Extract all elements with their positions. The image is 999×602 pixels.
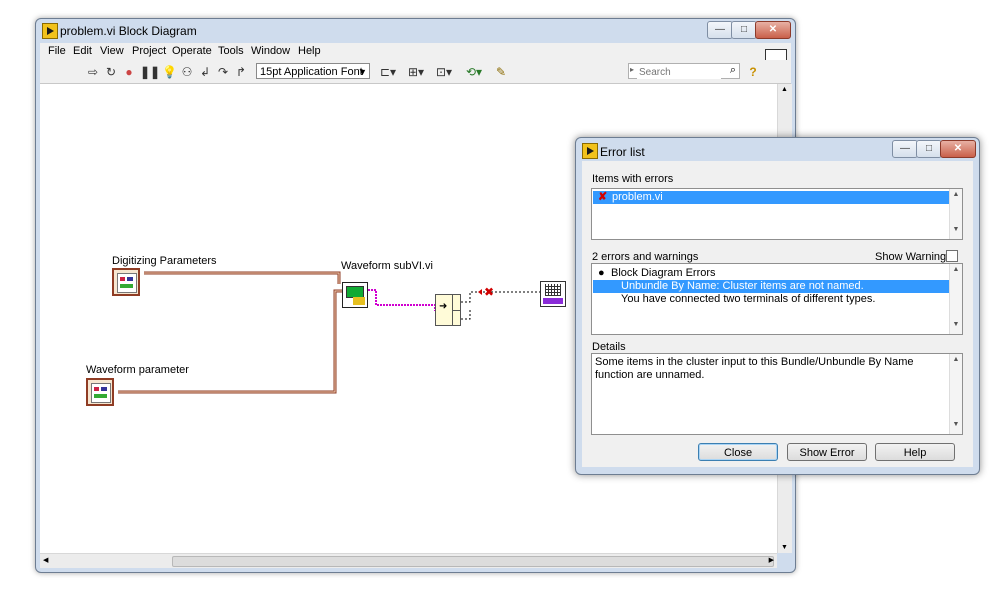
search-icon[interactable]: ⌕	[730, 64, 736, 77]
search-input[interactable]	[637, 65, 721, 79]
step-over-icon[interactable]: ↷	[216, 65, 230, 79]
toolbar: ⇨ ↻ ● ❚❚ 💡 ⚇ ↲ ↷ ↱ 15pt Application Font…	[40, 60, 791, 84]
horizontal-scrollbar[interactable]: ◀ ▶	[40, 553, 777, 568]
horizontal-scroll-thumb[interactable]	[172, 556, 774, 567]
search-field[interactable]: ▸ ⌕	[628, 63, 740, 79]
details-text: Some items in the cluster input to this …	[595, 356, 914, 381]
waveform-parameter-label: Waveform parameter	[86, 364, 189, 376]
show-warnings-label: Show Warnings	[875, 251, 952, 263]
close-dialog-button[interactable]: ✕	[940, 140, 976, 158]
errors-group-heading[interactable]: Block Diagram Errors	[611, 267, 716, 280]
search-scope-icon: ▸	[630, 65, 635, 74]
title-bar: problem.vi Block Diagram — □ ✕	[36, 19, 795, 43]
close-button[interactable]: Close	[698, 443, 778, 461]
menu-edit[interactable]: Edit	[73, 45, 92, 57]
distribute-objects-icon[interactable]: ⊞▾	[406, 65, 426, 79]
close-window-button[interactable]: ✕	[755, 21, 791, 39]
scroll-right-icon[interactable]: ▶	[769, 556, 774, 564]
details-label: Details	[592, 341, 626, 353]
labview-icon	[582, 143, 598, 159]
bullet-icon: ●	[598, 267, 605, 279]
menu-view[interactable]: View	[100, 45, 124, 57]
dialog-title: Error list	[600, 145, 645, 159]
errors-list[interactable]: ● Block Diagram Errors Unbundle By Name:…	[591, 263, 963, 335]
details-scrollbar[interactable]: ▲ ▼	[949, 354, 962, 434]
run-arrow-icon[interactable]: ⇨	[86, 65, 100, 79]
highlight-execution-icon[interactable]: 💡	[162, 65, 177, 79]
context-help-icon[interactable]: ?	[746, 65, 760, 79]
waveform-parameter-terminal[interactable]	[86, 378, 114, 406]
retain-wire-values-icon[interactable]: ⚇	[180, 65, 194, 79]
step-out-icon[interactable]: ↱	[234, 65, 248, 79]
menu-tools[interactable]: Tools	[218, 45, 244, 57]
step-into-icon[interactable]: ↲	[198, 65, 212, 79]
menu-bar: File Edit View Project Operate Tools Win…	[40, 43, 791, 71]
reorder-icon[interactable]: ⟲▾	[464, 65, 484, 79]
error-list-dialog: Error list — □ ✕ Items with errors ✘ pro…	[575, 137, 980, 475]
help-button[interactable]: Help	[875, 443, 955, 461]
align-objects-icon[interactable]: ⊏▾	[378, 65, 398, 79]
unbundle-by-name-node[interactable]: ➜	[435, 294, 461, 326]
items-with-errors-label: Items with errors	[592, 173, 674, 185]
details-box[interactable]: Some items in the cluster input to this …	[591, 353, 963, 435]
waveform-wire[interactable]	[368, 289, 436, 311]
minimize-button[interactable]: —	[707, 21, 733, 39]
broken-wire-x-icon: ✖	[484, 285, 494, 299]
window-title: problem.vi Block Diagram	[60, 24, 197, 38]
resize-objects-icon[interactable]: ⊡▾	[434, 65, 454, 79]
chevron-down-icon: ▼	[358, 67, 367, 77]
dialog-body: Items with errors ✘ problem.vi ▲ ▼ 2 erro…	[582, 161, 973, 467]
scroll-down-icon[interactable]: ▼	[781, 544, 788, 551]
list-item[interactable]: You have connected two terminals of diff…	[621, 293, 875, 306]
graph-indicator-terminal[interactable]	[540, 281, 566, 307]
list-scrollbar[interactable]: ▲ ▼	[949, 264, 962, 334]
error-x-icon: ✘	[598, 191, 608, 203]
arrow-right-icon: ➜	[439, 301, 448, 312]
font-select[interactable]: 15pt Application Font ▼	[256, 63, 370, 79]
menu-help[interactable]: Help	[298, 45, 321, 57]
menu-project[interactable]: Project	[132, 45, 166, 57]
items-with-errors-list[interactable]: ✘ problem.vi ▲ ▼	[591, 188, 963, 240]
show-warnings-checkbox[interactable]	[946, 250, 958, 262]
labview-vi-icon	[42, 23, 58, 39]
abort-icon[interactable]: ●	[122, 65, 136, 79]
clean-up-diagram-icon[interactable]: ✎	[494, 65, 508, 79]
list-scrollbar[interactable]: ▲ ▼	[949, 189, 962, 239]
maximize-button[interactable]: □	[731, 21, 757, 39]
subvi-label: Waveform subVI.vi	[341, 260, 433, 272]
cluster-wire[interactable]	[144, 271, 341, 284]
menu-file[interactable]: File	[48, 45, 66, 57]
pause-icon[interactable]: ❚❚	[140, 65, 160, 79]
cluster-wire[interactable]	[118, 289, 343, 394]
digitizing-parameters-terminal[interactable]	[112, 268, 140, 296]
run-continuously-icon[interactable]: ↻	[104, 65, 118, 79]
minimize-button[interactable]: —	[892, 140, 918, 158]
menu-operate[interactable]: Operate	[172, 45, 212, 57]
show-error-button[interactable]: Show Error	[787, 443, 867, 461]
digitizing-parameters-label: Digitizing Parameters	[112, 255, 217, 267]
maximize-button[interactable]: □	[916, 140, 942, 158]
list-item-selected[interactable]: Unbundle By Name: Cluster items are not …	[593, 280, 950, 293]
waveform-subvi-node[interactable]	[342, 282, 368, 308]
list-item[interactable]: ✘ problem.vi	[593, 191, 950, 204]
broken-wire[interactable]	[461, 291, 540, 303]
scroll-up-icon[interactable]: ▲	[781, 86, 788, 93]
menu-window[interactable]: Window	[251, 45, 290, 57]
scroll-left-icon[interactable]: ◀	[43, 556, 48, 564]
error-list-title-bar: Error list — □ ✕	[576, 138, 979, 162]
table-grid-icon	[545, 284, 561, 296]
error-count-label: 2 errors and warnings	[592, 251, 699, 263]
